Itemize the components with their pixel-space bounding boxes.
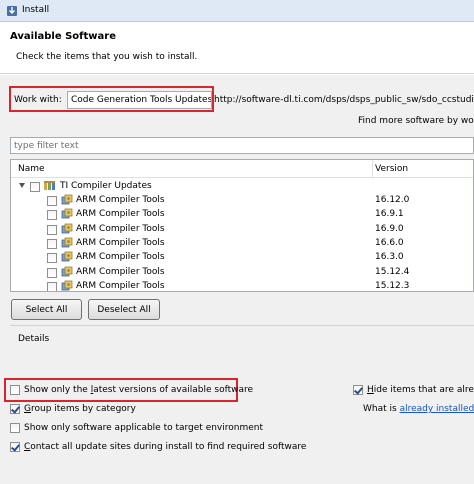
category-label: TI Compiler Updates — [60, 181, 152, 191]
feature-plugin-icon — [61, 194, 73, 205]
feature-row[interactable]: ARM Compiler Tools 16.9.0 — [11, 223, 473, 237]
work-with-combo[interactable]: Code Generation Tools Updates - — [67, 91, 212, 109]
group-by-category-label: Group items by category — [24, 404, 136, 414]
feature-version: 16.12.0 — [375, 195, 410, 205]
feature-version: 16.9.0 — [375, 223, 404, 234]
feature-plugin-icon — [61, 208, 73, 219]
hide-installed-checkbox[interactable] — [353, 385, 363, 395]
feature-label: ARM Compiler Tools — [76, 195, 165, 205]
feature-row[interactable]: ARM Compiler Tools 15.12.3 — [11, 280, 473, 291]
latest-versions-label: Show only the latest versions of availab… — [24, 385, 254, 395]
feature-version: 15.12.3 — [375, 280, 410, 291]
window-title: Install — [22, 5, 50, 15]
feature-label: ARM Compiler Tools — [76, 266, 165, 277]
feature-checkbox[interactable] — [47, 210, 57, 221]
contact-sites-checkbox[interactable] — [10, 442, 20, 452]
filter-input[interactable] — [10, 137, 474, 154]
feature-label: ARM Compiler Tools — [76, 223, 165, 234]
feature-version: 16.6.0 — [375, 237, 404, 248]
deselect-all-button[interactable]: Deselect All — [88, 299, 160, 320]
details-group — [10, 325, 474, 368]
target-environment-checkbox[interactable] — [10, 423, 20, 433]
wizard-header: Available Software Check the items that … — [0, 22, 474, 74]
feature-checkbox[interactable] — [47, 253, 57, 264]
contact-sites-label: Contact all update sites during install … — [24, 442, 307, 452]
feature-version: 15.12.4 — [375, 266, 410, 277]
feature-version: 16.9.1 — [375, 209, 404, 220]
feature-checkbox[interactable] — [47, 267, 57, 278]
category-checkbox[interactable] — [30, 182, 40, 192]
feature-plugin-icon — [61, 251, 73, 262]
select-all-button[interactable]: Select All — [11, 299, 82, 320]
find-more-software-link[interactable]: Find more software by wo — [358, 116, 474, 126]
feature-row[interactable]: ARM Compiler Tools 16.6.0 — [11, 237, 473, 251]
page-description: Check the items that you wish to install… — [16, 52, 198, 62]
tree-header: Name Version — [11, 160, 473, 178]
feature-checkbox[interactable] — [47, 224, 57, 235]
feature-row[interactable]: ARM Compiler Tools 15.12.4 — [11, 266, 473, 280]
work-with-label: Work with: — [14, 95, 62, 105]
already-installed-link[interactable]: already installed — [400, 404, 474, 414]
feature-label: ARM Compiler Tools — [76, 209, 165, 220]
hide-installed-label: Hide items that are alread — [367, 385, 474, 395]
feature-plugin-icon — [61, 223, 73, 233]
collapse-triangle-icon[interactable] — [19, 183, 25, 188]
feature-checkbox[interactable] — [47, 238, 57, 249]
latest-versions-checkbox[interactable] — [10, 385, 20, 395]
details-label: Details — [18, 334, 50, 344]
category-row[interactable]: TI Compiler Updates — [11, 180, 473, 194]
feature-row[interactable]: ARM Compiler Tools 16.9.1 — [11, 208, 473, 222]
category-folder-icon — [44, 181, 55, 190]
feature-checkbox[interactable] — [47, 281, 57, 291]
feature-plugin-icon — [61, 237, 73, 248]
software-tree: Name Version TI Compiler Updates ARM Com… — [10, 159, 474, 292]
page-title: Available Software — [10, 31, 117, 42]
feature-checkbox[interactable] — [47, 196, 57, 206]
column-name-header[interactable]: Name — [18, 164, 45, 174]
feature-row[interactable]: ARM Compiler Tools 16.3.0 — [11, 251, 473, 265]
target-environment-label: Show only software applicable to target … — [24, 423, 264, 433]
window-titlebar: Install — [0, 0, 474, 22]
column-version-header[interactable]: Version — [375, 164, 408, 174]
feature-plugin-icon — [61, 266, 73, 276]
feature-label: ARM Compiler Tools — [76, 280, 165, 291]
work-with-url: http://software-dl.ti.com/dsps/dsps_publ… — [214, 95, 474, 105]
feature-row[interactable]: ARM Compiler Tools 16.12.0 — [11, 194, 473, 208]
group-by-category-checkbox[interactable] — [10, 404, 20, 414]
feature-plugin-icon — [61, 280, 73, 291]
feature-version: 16.3.0 — [375, 252, 404, 263]
install-icon — [7, 6, 17, 16]
what-is-prefix: What is — [363, 404, 400, 414]
column-separator — [372, 160, 373, 178]
what-is-installed-text: What is already installed? — [363, 404, 474, 414]
feature-label: ARM Compiler Tools — [76, 237, 165, 248]
feature-label: ARM Compiler Tools — [76, 252, 165, 263]
